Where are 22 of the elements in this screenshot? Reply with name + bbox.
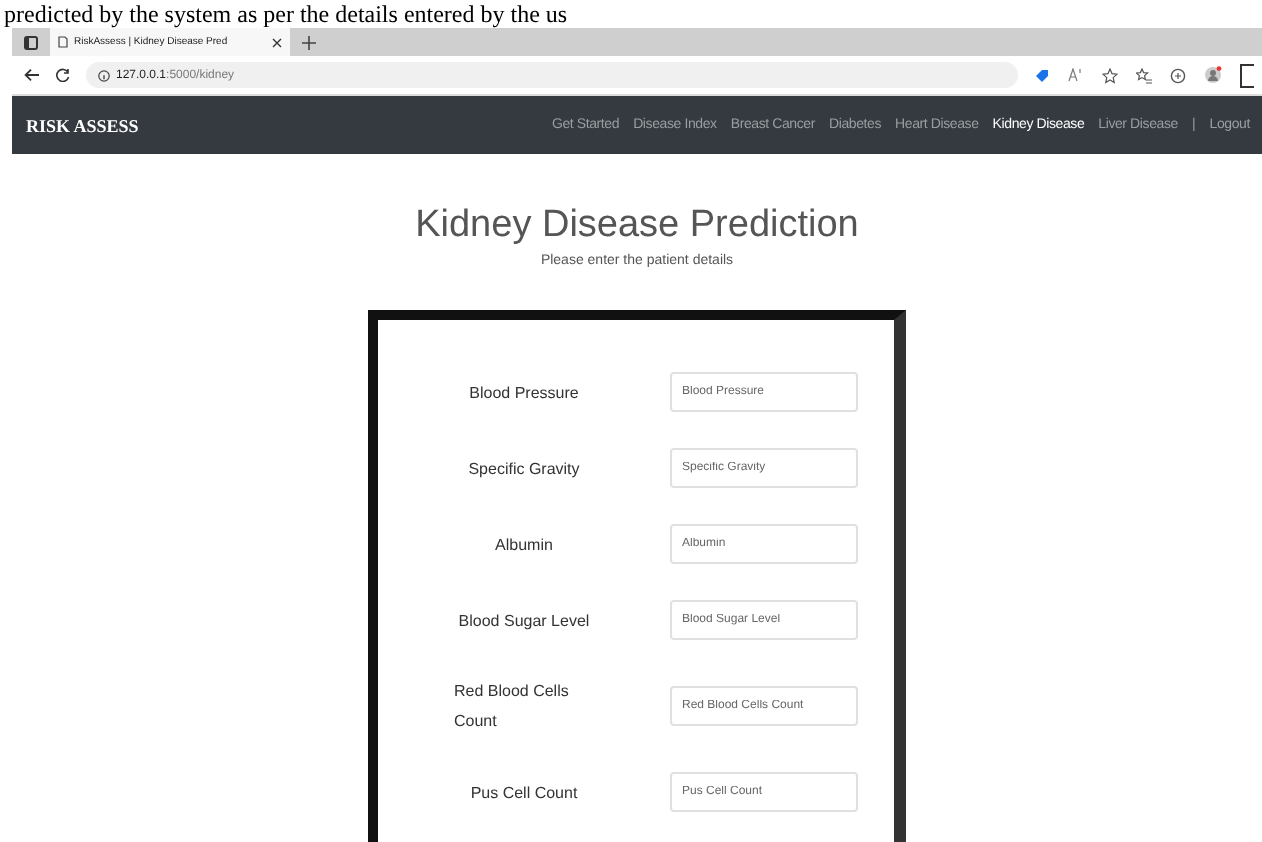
- field-label: Pus Cell Count: [470, 781, 578, 805]
- collections-icon[interactable]: [1170, 67, 1186, 83]
- field-label: Specific Gravity: [468, 457, 580, 482]
- favorites-icon[interactable]: [1136, 67, 1152, 83]
- tag-icon[interactable]: [1034, 67, 1050, 83]
- field-label: Albumin: [495, 533, 553, 557]
- field-label: Blood Pressure: [469, 381, 579, 405]
- reload-icon[interactable]: [56, 68, 70, 82]
- close-icon[interactable]: [272, 37, 282, 47]
- brand-logo[interactable]: RISK ASSESS: [26, 115, 139, 135]
- profile-icon[interactable]: [1204, 66, 1222, 84]
- info-icon[interactable]: [98, 69, 110, 81]
- field-label: Blood Sugar Level: [458, 609, 590, 634]
- field-label: Red Blood Cells Count: [454, 680, 571, 734]
- new-tab-icon[interactable]: [302, 35, 316, 49]
- page-icon: [58, 36, 68, 48]
- star-icon[interactable]: [1102, 67, 1118, 83]
- read-aloud-icon[interactable]: [1068, 68, 1084, 82]
- back-icon[interactable]: [24, 68, 40, 82]
- document-text: predicted by the system as per the details entered by the us: [4, 0, 568, 28]
- page-title: Kidney Disease Prediction: [415, 204, 859, 248]
- tab-actions-icon[interactable]: [24, 35, 38, 49]
